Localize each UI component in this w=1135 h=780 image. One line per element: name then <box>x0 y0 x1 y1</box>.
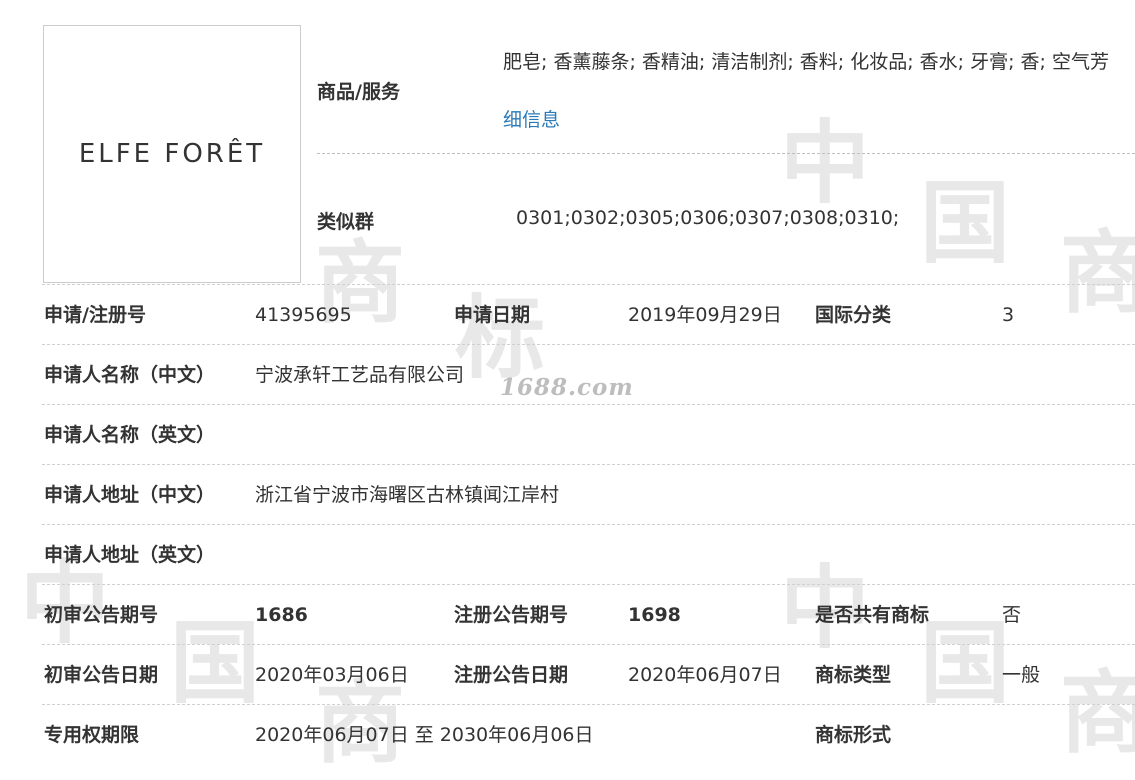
prelim-date-value: 2020年03月06日 <box>255 664 409 686</box>
similar-group-label: 类似群 <box>317 211 375 233</box>
reg-no-value: 41395695 <box>255 304 352 326</box>
trademark-image: ELFE FORÊT <box>43 25 301 283</box>
table-row: 初审公告期号 1686 注册公告期号 1698 是否共有商标 否 <box>42 584 1135 645</box>
watermark-glyph: 中 <box>780 111 870 216</box>
detail-link[interactable]: 细信息 <box>503 105 560 132</box>
similar-group-value: 0301;0302;0305;0306;0307;0308;0310; <box>516 207 900 229</box>
table-row: 初审公告日期 2020年03月06日 注册公告日期 2020年06月07日 商标… <box>42 644 1135 705</box>
goods-label: 商品/服务 <box>317 81 400 103</box>
reg-issue-label: 注册公告期号 <box>454 604 569 626</box>
tm-form-label: 商标形式 <box>815 724 892 746</box>
reg-date-value: 2020年06月07日 <box>628 664 782 686</box>
prelim-issue-label: 初审公告期号 <box>44 604 159 626</box>
apply-date-value: 2019年09月29日 <box>628 304 782 326</box>
shared-label: 是否共有商标 <box>815 604 930 626</box>
table-row: 申请人名称（英文） <box>42 404 1135 465</box>
applicant-en-label: 申请人名称（英文） <box>44 424 216 446</box>
address-cn-label: 申请人地址（中文） <box>44 484 216 506</box>
applicant-cn-label: 申请人名称（中文） <box>44 364 216 386</box>
exclusive-period-label: 专用权期限 <box>44 724 140 746</box>
reg-date-label: 注册公告日期 <box>454 664 569 686</box>
table-row: 申请人地址（中文） 浙江省宁波市海曙区古林镇闻江岸村 <box>42 464 1135 525</box>
goods-value: 肥皂; 香薰藤条; 香精油; 清洁制剂; 香料; 化妆品; 香水; 牙膏; 香;… <box>503 51 1109 73</box>
intl-class-label: 国际分类 <box>815 304 892 326</box>
apply-date-label: 申请日期 <box>454 304 531 326</box>
address-en-label: 申请人地址（英文） <box>44 544 216 566</box>
applicant-cn-value: 宁波承轩工艺品有限公司 <box>255 364 465 386</box>
table-row: 申请/注册号 41395695 申请日期 2019年09月29日 国际分类 3 <box>42 284 1135 345</box>
trademark-logo-text: ELFE FORÊT <box>78 139 266 169</box>
table-row: 申请人地址（英文） <box>42 524 1135 585</box>
tm-type-value: 一般 <box>1002 664 1041 686</box>
section-divider <box>317 153 1135 154</box>
intl-class-value: 3 <box>1002 304 1015 326</box>
table-row: 专用权期限 2020年06月07日 至 2030年06月06日 商标形式 <box>42 704 1135 765</box>
shared-value: 否 <box>1002 604 1022 626</box>
tm-type-label: 商标类型 <box>815 664 892 686</box>
table-row: 申请人名称（中文） 宁波承轩工艺品有限公司 <box>42 344 1135 405</box>
exclusive-period-value: 2020年06月07日 至 2030年06月06日 <box>255 724 594 746</box>
reg-issue-value: 1698 <box>628 604 681 626</box>
watermark-glyph: 国 <box>920 171 1010 276</box>
reg-no-label: 申请/注册号 <box>44 304 146 326</box>
address-cn-value: 浙江省宁波市海曙区古林镇闻江岸村 <box>255 484 560 506</box>
prelim-date-label: 初审公告日期 <box>44 664 159 686</box>
prelim-issue-value: 1686 <box>255 604 308 626</box>
